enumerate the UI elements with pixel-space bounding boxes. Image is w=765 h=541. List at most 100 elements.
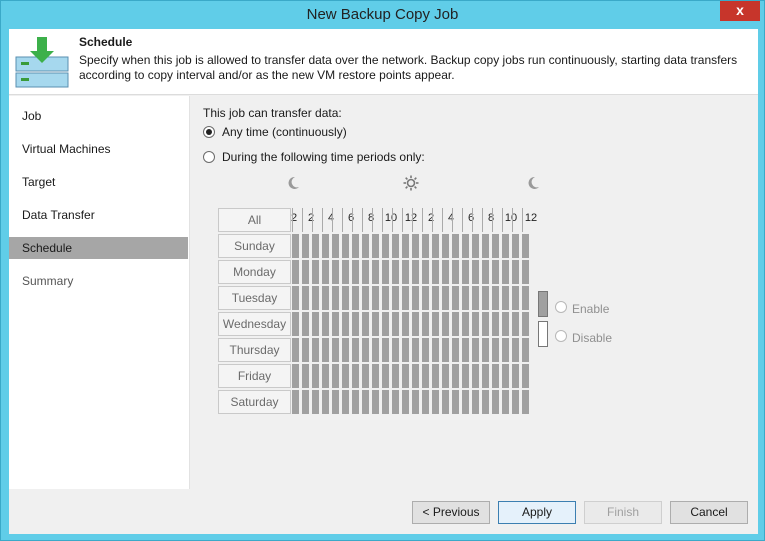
schedule-hour-cell[interactable] [312,364,319,388]
schedule-hour-cell[interactable] [402,234,409,258]
schedule-hour-cell[interactable] [292,286,299,310]
hour-column-selector[interactable] [322,208,329,232]
hour-column-selector[interactable] [442,208,449,232]
schedule-hour-cell[interactable] [472,286,479,310]
schedule-hour-cell[interactable] [512,260,519,284]
schedule-hour-cell[interactable] [302,312,309,336]
schedule-hour-cell[interactable] [402,364,409,388]
schedule-hour-cell[interactable] [302,260,309,284]
time-periods-label[interactable]: During the following time periods only: [222,150,425,164]
schedule-hour-cell[interactable] [312,312,319,336]
schedule-hour-cell[interactable] [342,390,349,414]
cancel-button[interactable]: Cancel [670,501,748,524]
nav-step-target[interactable]: Target [9,171,188,193]
schedule-hour-cell[interactable] [482,312,489,336]
schedule-hour-cell[interactable] [392,260,399,284]
schedule-hour-cell[interactable] [522,364,529,388]
schedule-hour-cell[interactable] [412,390,419,414]
any-time-radio[interactable] [203,126,215,138]
schedule-hour-cell[interactable] [432,260,439,284]
schedule-hour-cell[interactable] [432,234,439,258]
schedule-hour-cell[interactable] [352,390,359,414]
schedule-hour-cell[interactable] [362,338,369,362]
apply-button[interactable]: Apply [498,501,576,524]
day-button-friday[interactable]: Friday [218,364,291,388]
schedule-hour-cell[interactable] [302,234,309,258]
schedule-hour-cell[interactable] [372,260,379,284]
schedule-hour-cell[interactable] [372,286,379,310]
day-button-tuesday[interactable]: Tuesday [218,286,291,310]
hour-column-selector[interactable] [312,208,319,232]
schedule-hour-cell[interactable] [512,286,519,310]
schedule-hour-cell[interactable] [472,234,479,258]
schedule-hour-cell[interactable] [492,364,499,388]
schedule-hour-cell[interactable] [352,234,359,258]
schedule-hour-cell[interactable] [502,338,509,362]
schedule-hour-cell[interactable] [492,260,499,284]
schedule-hour-cell[interactable] [412,234,419,258]
schedule-hour-cell[interactable] [482,260,489,284]
schedule-hour-cell[interactable] [342,234,349,258]
day-button-monday[interactable]: Monday [218,260,291,284]
schedule-hour-cell[interactable] [312,260,319,284]
schedule-hour-cell[interactable] [362,390,369,414]
schedule-hour-cell[interactable] [332,390,339,414]
schedule-hour-cell[interactable] [322,312,329,336]
schedule-hour-cell[interactable] [422,364,429,388]
schedule-hour-cell[interactable] [442,286,449,310]
schedule-hour-cell[interactable] [412,338,419,362]
hour-column-selector[interactable] [392,208,399,232]
schedule-hour-cell[interactable] [362,286,369,310]
schedule-hour-cell[interactable] [292,390,299,414]
schedule-hour-cell[interactable] [422,390,429,414]
schedule-hour-cell[interactable] [522,234,529,258]
schedule-hour-cell[interactable] [462,338,469,362]
schedule-hour-cell[interactable] [292,364,299,388]
schedule-hour-cell[interactable] [322,390,329,414]
schedule-hour-cell[interactable] [502,234,509,258]
schedule-hour-cell[interactable] [392,286,399,310]
schedule-hour-cell[interactable] [352,260,359,284]
nav-step-data-transfer[interactable]: Data Transfer [9,204,188,226]
schedule-hour-cell[interactable] [382,364,389,388]
schedule-hour-cell[interactable] [342,260,349,284]
schedule-hour-cell[interactable] [492,390,499,414]
schedule-hour-cell[interactable] [422,312,429,336]
schedule-hour-cell[interactable] [372,234,379,258]
schedule-hour-cell[interactable] [472,390,479,414]
schedule-hour-cell[interactable] [522,286,529,310]
schedule-hour-cell[interactable] [392,338,399,362]
schedule-hour-cell[interactable] [502,364,509,388]
hour-column-selector[interactable] [292,208,299,232]
schedule-hour-cell[interactable] [452,312,459,336]
nav-step-job[interactable]: Job [9,105,188,127]
all-days-button[interactable]: All [218,208,291,232]
schedule-hour-cell[interactable] [452,286,459,310]
hour-column-selector[interactable] [362,208,369,232]
schedule-hour-cell[interactable] [292,260,299,284]
disable-label[interactable]: Disable [572,331,612,345]
hour-column-selector[interactable] [502,208,509,232]
schedule-hour-cell[interactable] [472,364,479,388]
schedule-hour-cell[interactable] [442,364,449,388]
schedule-hour-cell[interactable] [412,286,419,310]
schedule-hour-cell[interactable] [362,260,369,284]
hour-column-selector[interactable] [402,208,409,232]
schedule-hour-cell[interactable] [492,286,499,310]
any-time-label[interactable]: Any time (continuously) [222,125,347,139]
schedule-hour-cell[interactable] [402,338,409,362]
hour-column-selector[interactable] [522,208,529,232]
schedule-hour-cell[interactable] [502,286,509,310]
schedule-hour-cell[interactable] [522,338,529,362]
schedule-hour-cell[interactable] [472,338,479,362]
nav-step-virtual-machines[interactable]: Virtual Machines [9,138,188,160]
schedule-hour-cell[interactable] [402,286,409,310]
schedule-hour-cell[interactable] [402,390,409,414]
schedule-hour-cell[interactable] [322,364,329,388]
finish-button[interactable]: Finish [584,501,662,524]
schedule-hour-cell[interactable] [352,312,359,336]
schedule-hour-cell[interactable] [342,364,349,388]
schedule-hour-cell[interactable] [492,312,499,336]
schedule-hour-cell[interactable] [382,260,389,284]
schedule-hour-cell[interactable] [512,338,519,362]
